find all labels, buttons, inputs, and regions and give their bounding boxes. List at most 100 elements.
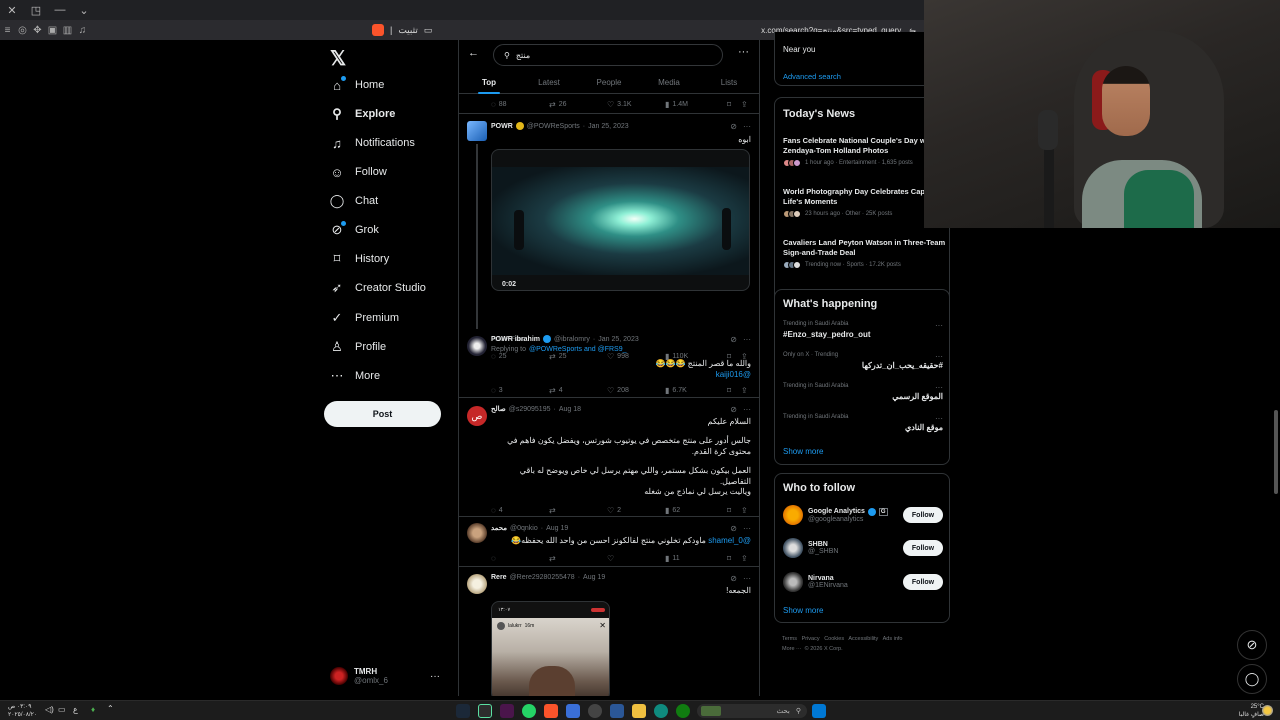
chevron-down-icon[interactable]: ⌄ (72, 0, 96, 20)
bookmark-button[interactable]: ⌑ (727, 386, 741, 395)
nav-grok[interactable]: ⊘ Grok (330, 219, 379, 241)
avatar[interactable] (467, 121, 487, 141)
avatar[interactable] (467, 336, 487, 356)
app-icon[interactable] (478, 704, 492, 718)
repost-button[interactable]: ⇄ (549, 554, 607, 563)
views-button[interactable]: ▮ 6.7K (665, 386, 727, 395)
footer-link[interactable]: More ··· (782, 646, 802, 652)
tweet[interactable]: ص صالح @s29095195 · Aug 18 ⊘ ··· السلام … (459, 398, 759, 517)
mention-link[interactable]: @kaiji016 (716, 369, 751, 380)
nav-notifications[interactable]: ♫ Notifications (330, 132, 415, 154)
shield-icon[interactable]: ◎ (15, 20, 30, 40)
nav-home[interactable]: ⌂ Home (330, 74, 384, 96)
follow-suggestion[interactable]: SHBN @_SHBN Follow (783, 536, 943, 560)
like-button[interactable]: ♡ 2 (607, 506, 665, 515)
minimize-icon[interactable]: — (48, 0, 72, 20)
nav-premium[interactable]: ✓ Premium (330, 307, 399, 329)
tweet-date[interactable]: Aug 19 (546, 525, 568, 532)
taskbar-weather[interactable]: 25°C صافٍ غالبا (1224, 703, 1264, 719)
slack-icon[interactable] (500, 704, 514, 718)
more-icon[interactable]: ··· (430, 671, 440, 682)
mention-link[interactable]: @shamel_0 (708, 536, 751, 545)
share-button[interactable]: ⇪ (741, 100, 748, 109)
views-button[interactable]: ▮ 11 (665, 554, 727, 563)
like-button[interactable]: ♡ 208 (607, 386, 665, 395)
tab-media[interactable]: Media (639, 70, 699, 94)
author-name[interactable]: POWR ibrahim (491, 336, 540, 343)
avatar[interactable]: ص (467, 406, 487, 426)
windows-start-icon[interactable] (812, 704, 826, 718)
mic-tray-icon[interactable]: ♦ (91, 705, 95, 714)
video-player[interactable]: 0:02 (491, 149, 750, 291)
follow-suggestion[interactable]: Google Analytics G @googleanalytics Follo… (783, 503, 943, 527)
reply-button[interactable]: ◌ 3 (491, 386, 549, 395)
brave-shield-icon[interactable] (372, 24, 384, 36)
more-icon[interactable]: ··· (743, 405, 751, 414)
avatar[interactable] (467, 523, 487, 543)
repost-button[interactable]: ⇄ (549, 506, 607, 515)
screenshot-icon[interactable]: ▣ (45, 20, 60, 40)
grok-icon[interactable]: ⊘ (730, 335, 737, 344)
pin-label[interactable]: تثبيت (398, 25, 418, 36)
more-icon[interactable]: ··· (935, 352, 943, 361)
obs-icon[interactable] (588, 704, 602, 718)
nav-history[interactable]: ⌑ History (330, 248, 390, 270)
share-button[interactable]: ⇪ (741, 506, 748, 515)
follow-button[interactable]: Follow (903, 574, 943, 590)
account-switcher[interactable]: TMRH @omlx_6 ··· (330, 662, 450, 690)
grok-fab-icon[interactable]: ⊘ (1237, 630, 1267, 660)
show-more-link[interactable]: Show more (783, 447, 823, 456)
like-button[interactable]: ♡ 3.1K (607, 100, 665, 109)
nav-more[interactable]: ⋯ More (330, 365, 381, 387)
author-name[interactable]: Rere (491, 574, 507, 581)
reply-button[interactable]: ◌ 88 (491, 100, 549, 109)
grok-icon[interactable]: ⊘ (730, 122, 737, 131)
follow-suggestion[interactable]: Nirvana @1ENirvana Follow (783, 570, 943, 594)
news-item[interactable]: Cavaliers Land Peyton Watson in Three-Te… (783, 238, 948, 269)
tweet-date[interactable]: Aug 18 (559, 406, 581, 413)
avatar[interactable] (467, 574, 487, 594)
search-query[interactable]: منتج (516, 51, 530, 60)
author-handle[interactable]: @s29095195 (509, 406, 551, 413)
scrollbar[interactable] (1274, 410, 1278, 494)
author-name[interactable]: صالح (491, 405, 506, 413)
footer-link[interactable]: Terms (782, 636, 797, 642)
trend-item[interactable]: Trending in Saudi Arabia #Enzo_stay_pedr… (783, 321, 943, 339)
bookmark-button[interactable]: ⌑ (727, 554, 741, 563)
taskbar-search[interactable]: بحث ⚲ (697, 704, 807, 718)
volume-icon[interactable]: ◁) (45, 705, 54, 714)
x-logo-icon[interactable]: 𝕏 (330, 46, 346, 71)
follow-button[interactable]: Follow (903, 507, 943, 523)
edge-icon[interactable] (654, 704, 668, 718)
chevron-up-icon[interactable]: ⌃ (107, 704, 114, 713)
tweet-date[interactable]: Jan 25, 2023 (598, 336, 638, 343)
extension-icon[interactable]: ✥ (30, 20, 45, 40)
author-handle[interactable]: @Rere29280255478 (510, 574, 575, 581)
more-icon[interactable]: ··· (935, 321, 943, 330)
tab-top[interactable]: Top (459, 70, 519, 94)
repost-button[interactable]: ⇄ 4 (549, 386, 607, 395)
xbox-icon[interactable] (676, 704, 690, 718)
share-button[interactable]: ⇪ (741, 386, 748, 395)
back-arrow-icon[interactable]: ← (468, 47, 479, 59)
views-button[interactable]: ▮ 1.4M (665, 100, 727, 109)
more-icon[interactable]: ··· (743, 524, 751, 533)
tab-latest[interactable]: Latest (519, 70, 579, 94)
tweet[interactable]: محمد @0qnkio · Aug 19 ⊘ ··· @shamel_0 ما… (459, 517, 759, 567)
app-icon[interactable] (566, 704, 580, 718)
trend-item[interactable]: Only on X · Trending #حقيقه_يحب_ان_تدركه… (783, 352, 943, 370)
menu-icon[interactable]: ≡ (0, 20, 15, 40)
author-handle[interactable]: @POWReSports (527, 123, 580, 130)
tweet[interactable]: POWR @POWReSports · Jan 25, 2023 ⊘ ··· ا… (459, 114, 759, 343)
nav-follow[interactable]: ☺ Follow (330, 161, 386, 183)
grok-icon[interactable]: ⊘ (730, 524, 737, 533)
close-window-icon[interactable]: ✕ (0, 0, 24, 20)
footer-link[interactable]: Accessibility (848, 636, 878, 642)
trend-item[interactable]: Trending in Saudi Arabia الموقع الرسمي ·… (783, 383, 943, 401)
tweet[interactable]: POWR ibrahim @ibralomry · Jan 25, 2023 ⊘… (459, 328, 759, 398)
share-button[interactable]: ⇪ (741, 554, 748, 563)
taskbar-clock[interactable]: ٠٣:٠٩ ص ٢٠٢٥/٠٨/٢٠ (8, 703, 37, 719)
tweet[interactable]: Rere @Rere29280255478 · Aug 19 ⊘ ··· الج… (459, 567, 759, 696)
tab-people[interactable]: People (579, 70, 639, 94)
brave-icon[interactable] (544, 704, 558, 718)
